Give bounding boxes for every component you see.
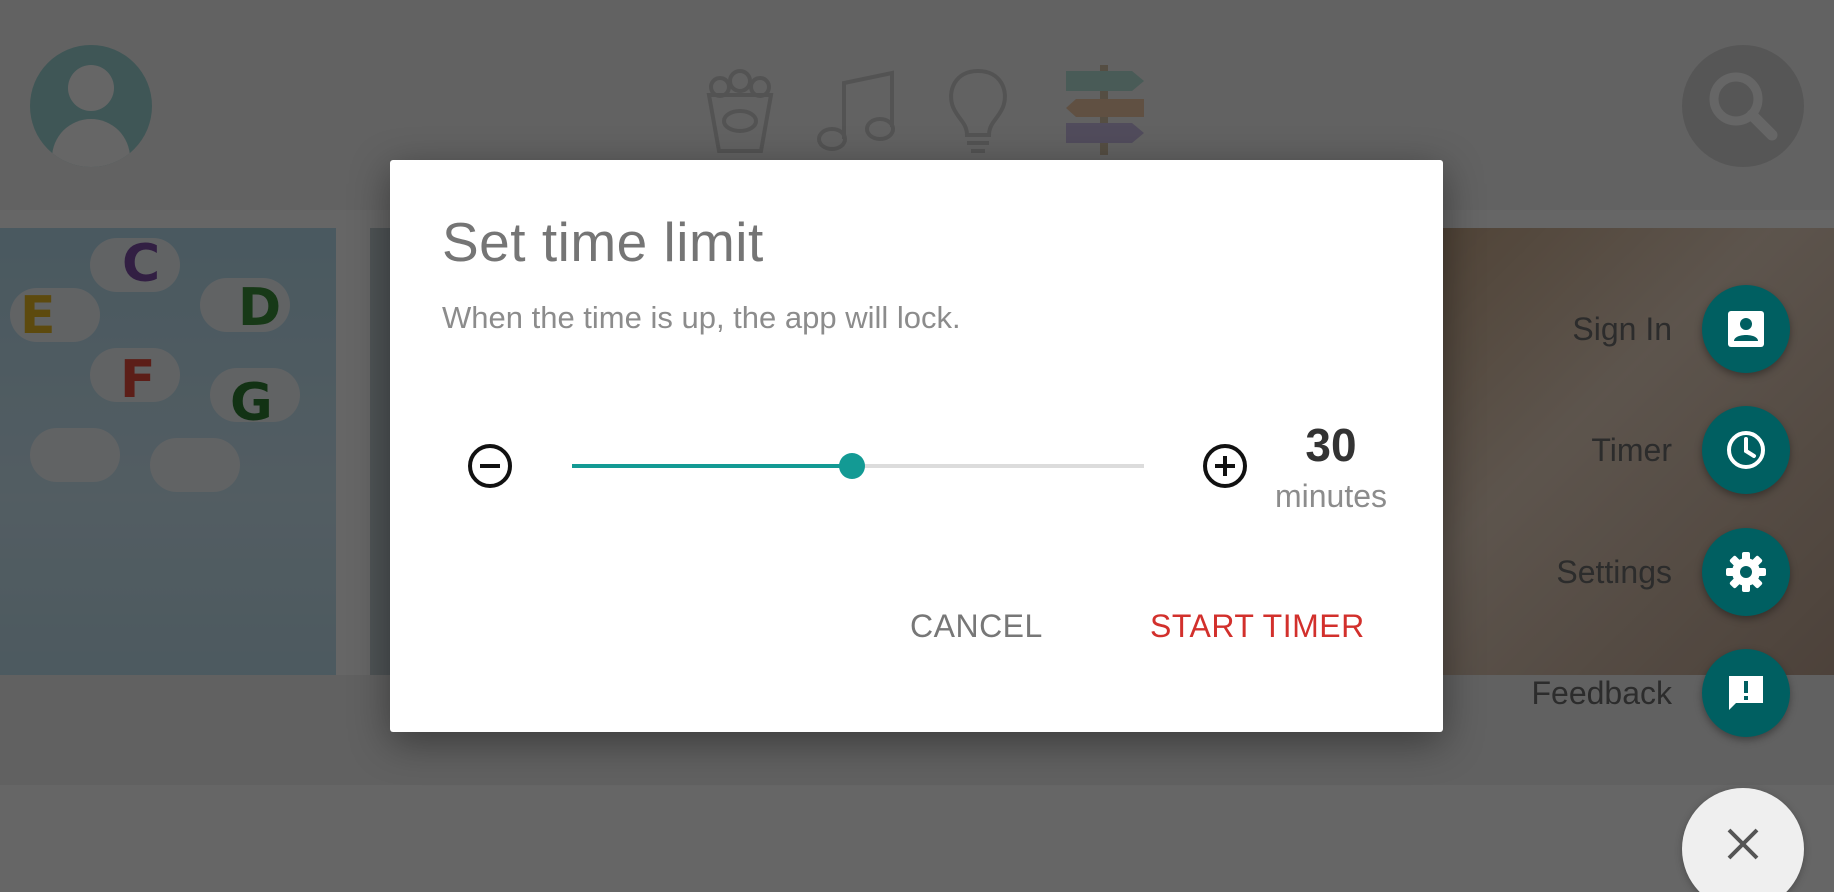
- dialog-title: Set time limit: [442, 211, 764, 273]
- fab-label: Settings: [1556, 553, 1672, 590]
- sign-in-fab[interactable]: [1702, 285, 1790, 373]
- account-box-icon: [1728, 311, 1764, 347]
- slider-thumb[interactable]: [839, 453, 866, 479]
- fab-label: Feedback: [1531, 674, 1672, 711]
- minus-circle-icon: [468, 444, 512, 488]
- feedback-fab[interactable]: [1702, 649, 1790, 737]
- fab-item-settings[interactable]: Settings: [1556, 528, 1790, 616]
- plus-circle-icon: [1203, 444, 1247, 488]
- timer-fab[interactable]: [1702, 406, 1790, 494]
- increase-button[interactable]: [1193, 434, 1257, 498]
- fab-label: Sign In: [1572, 310, 1672, 347]
- fab-item-sign-in[interactable]: Sign In: [1572, 285, 1790, 373]
- start-timer-button[interactable]: START TIMER: [1150, 608, 1365, 645]
- fab-item-timer[interactable]: Timer: [1591, 406, 1790, 494]
- slider-fill: [572, 464, 853, 468]
- feedback-icon: [1729, 676, 1763, 710]
- fab-label: Timer: [1591, 431, 1672, 468]
- cancel-button[interactable]: CANCEL: [910, 608, 1043, 645]
- time-limit-slider[interactable]: [572, 448, 1144, 484]
- set-time-limit-dialog: Set time limit When the time is up, the …: [390, 160, 1443, 732]
- clock-icon: [1727, 431, 1765, 469]
- settings-fab[interactable]: [1702, 528, 1790, 616]
- time-unit: minutes: [1274, 478, 1388, 514]
- dialog-subtitle: When the time is up, the app will lock.: [442, 300, 961, 335]
- close-icon: [1727, 828, 1759, 860]
- time-value: 30: [1305, 419, 1357, 471]
- fab-item-feedback[interactable]: Feedback: [1531, 649, 1790, 737]
- gear-icon: [1726, 552, 1766, 592]
- decrease-button[interactable]: [458, 434, 522, 498]
